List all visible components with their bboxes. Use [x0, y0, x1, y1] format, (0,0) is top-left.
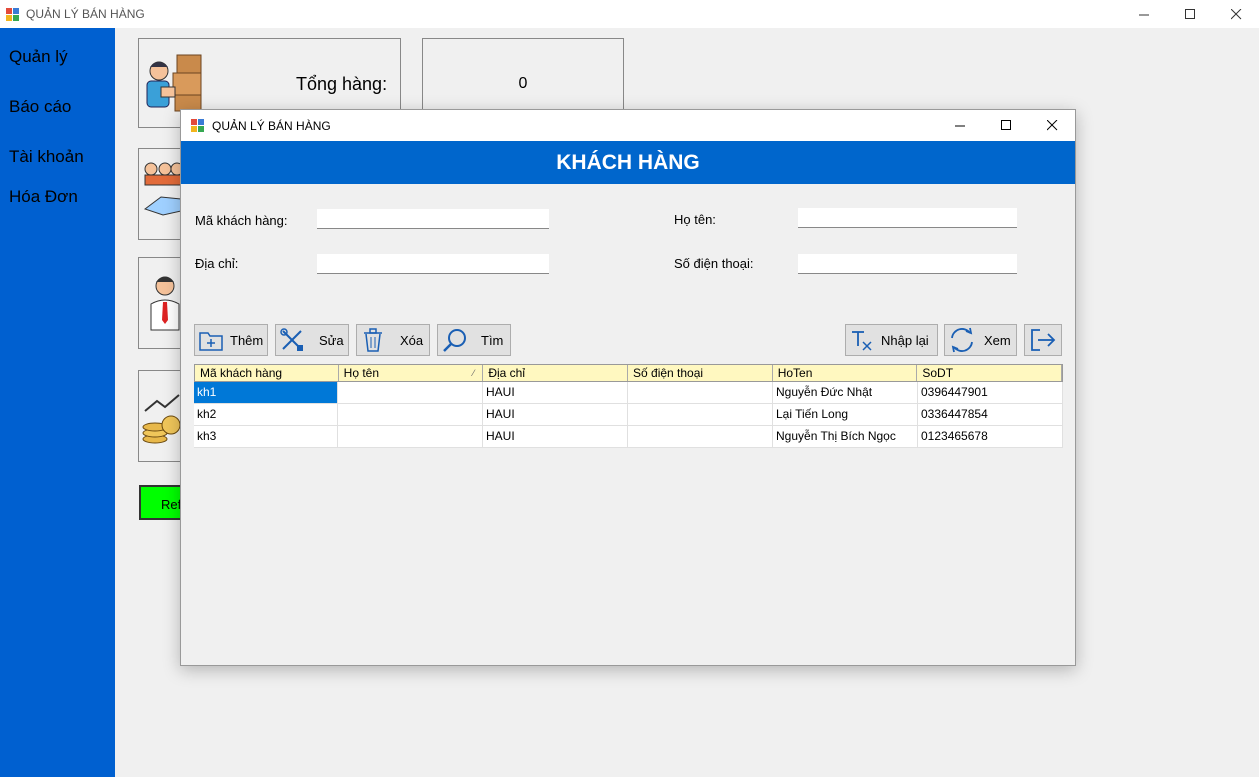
address-input[interactable] [317, 254, 549, 274]
cell-so-dien-thoai[interactable] [628, 404, 773, 425]
employees-card [138, 257, 183, 349]
full-name-input[interactable] [798, 208, 1017, 228]
maximize-icon [1000, 120, 1011, 130]
add-button-label: Thêm [230, 332, 264, 348]
edit-button[interactable]: Sửa [275, 324, 349, 356]
table-row[interactable]: kh1 HAUI Nguyễn Đức Nhật 0396447901 [194, 382, 1063, 404]
refresh-button-label: Ref [161, 497, 182, 512]
customers-card [138, 148, 183, 240]
column-header-hoten[interactable]: HoTen [773, 365, 918, 381]
customer-dialog: QUẢN LÝ BÁN HÀNG KHÁCH HÀNG Mã khách hàn… [180, 109, 1076, 666]
cell-hoten[interactable]: Lại Tiến Long [773, 404, 918, 425]
main-maximize-button[interactable] [1167, 0, 1213, 28]
delete-button[interactable]: Xóa [356, 324, 430, 356]
revenue-coins-icon [142, 394, 181, 444]
sidebar: Quản lý Báo cáo Tài khoản Hóa Đơn [0, 28, 115, 777]
exit-icon [1031, 329, 1056, 351]
add-button[interactable]: Thêm [194, 324, 268, 356]
customer-id-label: Mã khách hàng: [195, 213, 288, 228]
cell-ho-ten[interactable] [338, 426, 483, 447]
main-window-title: QUẢN LÝ BÁN HÀNG [26, 7, 145, 21]
phone-input[interactable] [798, 254, 1017, 274]
full-name-label: Họ tên: [674, 212, 716, 227]
cell-ma[interactable]: kh3 [194, 426, 338, 447]
cell-dia-chi[interactable]: HAUI [483, 404, 628, 425]
grid-header: Mã khách hàng Họ tên ⁄ Địa chỉ Số điện t… [194, 364, 1063, 382]
search-icon [443, 329, 466, 352]
dialog-window-controls [937, 110, 1075, 141]
main-close-button[interactable] [1213, 0, 1259, 28]
sidebar-item-quan-ly[interactable]: Quản lý [9, 47, 68, 67]
cell-sodt[interactable]: 0123465678 [918, 426, 1063, 447]
search-button-label: Tìm [481, 332, 504, 348]
dialog-maximize-button[interactable] [983, 110, 1029, 141]
dialog-title: QUẢN LÝ BÁN HÀNG [212, 118, 331, 133]
column-header-ho-ten-label: Họ tên [343, 366, 380, 380]
total-goods-label: Tổng hàng: [296, 74, 388, 94]
table-row[interactable]: kh3 HAUI Nguyễn Thị Bích Ngọc 0123465678 [194, 426, 1063, 448]
app-icon [6, 7, 19, 21]
sidebar-item-hoa-don[interactable]: Hóa Đơn [9, 187, 78, 207]
cell-ma[interactable]: kh2 [194, 404, 338, 425]
dialog-banner: KHÁCH HÀNG [181, 141, 1075, 184]
cell-sodt[interactable]: 0336447854 [918, 404, 1063, 425]
sidebar-item-tai-khoan[interactable]: Tài khoản [9, 147, 84, 167]
phone-label: Số điện thoại: [674, 256, 754, 271]
cell-so-dien-thoai[interactable] [628, 382, 773, 403]
address-label: Địa chỉ: [195, 256, 239, 271]
total-goods-box: 0 [422, 38, 624, 114]
column-header-sodt[interactable]: SoDT [917, 365, 1063, 381]
cell-dia-chi[interactable]: HAUI [483, 382, 628, 403]
column-header-so-dien-thoai[interactable]: Số điện thoại [628, 365, 773, 381]
add-folder-icon [199, 332, 223, 351]
revenue-card [138, 370, 183, 462]
sidebar-item-bao-cao[interactable]: Báo cáo [9, 97, 71, 117]
cell-hoten[interactable]: Nguyễn Thị Bích Ngọc [773, 426, 918, 447]
tools-icon [280, 328, 303, 351]
column-header-dia-chi[interactable]: Địa chỉ [483, 365, 629, 381]
close-icon [1046, 120, 1057, 131]
cell-ho-ten[interactable] [338, 404, 483, 425]
table-row[interactable]: kh2 HAUI Lại Tiến Long 0336447854 [194, 404, 1063, 426]
customer-grid[interactable]: Mã khách hàng Họ tên ⁄ Địa chỉ Số điện t… [194, 364, 1063, 448]
view-button-label: Xem [984, 332, 1011, 348]
cell-hoten[interactable]: Nguyễn Đức Nhật [773, 382, 918, 403]
main-titlebar: QUẢN LÝ BÁN HÀNG [0, 0, 1259, 28]
clear-format-icon [852, 331, 872, 351]
delivery-person-icon [146, 54, 202, 112]
dialog-app-icon [191, 119, 204, 132]
maximize-icon [1184, 8, 1195, 19]
minimize-icon [954, 125, 965, 127]
minimize-icon [1138, 14, 1149, 15]
trash-icon [364, 328, 382, 352]
customers-handshake-icon [143, 162, 181, 216]
search-button[interactable]: Tìm [437, 324, 511, 356]
cell-dia-chi[interactable]: HAUI [483, 426, 628, 447]
reset-button-label: Nhập lại [881, 332, 929, 348]
customer-id-input[interactable] [317, 209, 549, 229]
employee-icon [150, 276, 180, 331]
dialog-titlebar: QUẢN LÝ BÁN HÀNG [181, 110, 1075, 141]
main-minimize-button[interactable] [1121, 0, 1167, 28]
sort-icon: ⁄ [472, 368, 475, 378]
cell-sodt[interactable]: 0396447901 [918, 382, 1063, 403]
reset-button[interactable]: Nhập lại [845, 324, 938, 356]
delete-button-label: Xóa [400, 332, 424, 348]
main-window-controls [1121, 0, 1259, 28]
cell-ho-ten[interactable] [338, 382, 483, 403]
view-button[interactable]: Xem [944, 324, 1017, 356]
exit-button[interactable] [1024, 324, 1062, 356]
dialog-minimize-button[interactable] [937, 110, 983, 141]
edit-button-label: Sửa [319, 332, 344, 348]
total-goods-value: 0 [518, 75, 528, 92]
dialog-close-button[interactable] [1029, 110, 1075, 141]
close-icon [1230, 8, 1241, 19]
cell-so-dien-thoai[interactable] [628, 426, 773, 447]
cell-ma[interactable]: kh1 [194, 382, 338, 403]
column-header-ho-ten[interactable]: Họ tên ⁄ [339, 365, 484, 381]
column-header-ma-khach-hang[interactable]: Mã khách hàng [195, 365, 339, 381]
refresh-icon [951, 327, 973, 353]
